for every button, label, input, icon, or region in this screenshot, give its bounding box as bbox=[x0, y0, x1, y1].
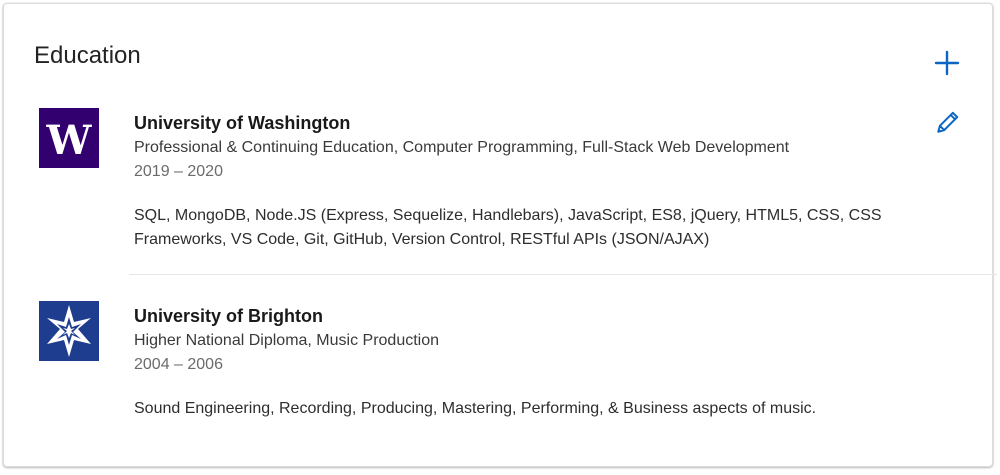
description-text: Sound Engineering, Recording, Producing,… bbox=[134, 400, 817, 417]
degree-text: Higher National Diploma, Music Productio… bbox=[134, 332, 440, 349]
school-name[interactable]: University of Washington bbox=[134, 110, 954, 136]
university-of-brighton-logo[interactable] bbox=[39, 301, 99, 361]
section-title: Education bbox=[34, 42, 141, 69]
education-card: Education W University of Washington Pro… bbox=[3, 3, 997, 467]
plus-icon bbox=[934, 50, 960, 76]
logo-letter: W bbox=[46, 117, 93, 164]
date-range: 2019 – 2020 bbox=[134, 163, 223, 180]
description-text: SQL, MongoDB, Node.JS (Express, Sequeliz… bbox=[134, 207, 882, 248]
school-name[interactable]: University of Brighton bbox=[134, 303, 954, 329]
entry-divider bbox=[129, 274, 997, 275]
add-education-button[interactable] bbox=[932, 48, 962, 78]
date-range: 2004 – 2006 bbox=[134, 356, 223, 373]
university-of-washington-logo[interactable]: W bbox=[39, 108, 99, 168]
degree-text: Professional & Continuing Education, Com… bbox=[134, 139, 790, 156]
